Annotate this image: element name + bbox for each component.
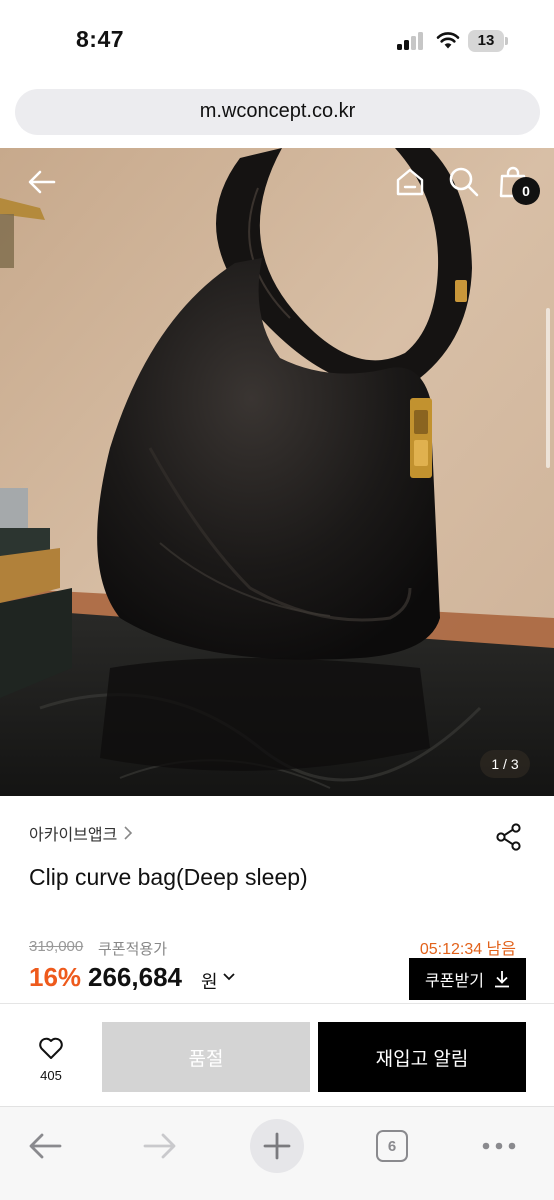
countdown-timer: 05:12:34 남음 [419, 941, 516, 958]
url-text: m.wconcept.co.kr [199, 100, 356, 122]
product-photo [0, 148, 554, 796]
status-bar: 8:47 13 [0, 0, 554, 80]
tabs-icon: 6 [376, 1130, 408, 1162]
chevron-right-icon [124, 826, 133, 840]
back-arrow-icon[interactable] [26, 166, 58, 198]
signal-icon [397, 32, 425, 50]
restock-alert-label: 재입고 알림 [375, 1048, 469, 1070]
new-tab-plus-icon [263, 1132, 291, 1160]
forward-arrow-icon [143, 1133, 176, 1159]
more-button[interactable] [472, 1119, 526, 1173]
heart-icon [39, 1037, 63, 1059]
product-image[interactable] [0, 148, 554, 796]
sale-price: 266,684 [88, 962, 182, 992]
browser-toolbar: 6 [0, 1106, 554, 1200]
like-count: 405 [40, 1068, 62, 1083]
wifi-icon [436, 32, 460, 49]
share-icon[interactable] [494, 822, 524, 852]
product-title: Clip curve bag(Deep sleep) [29, 864, 308, 890]
like-button[interactable]: 405 [20, 1034, 82, 1090]
browser-back-button[interactable] [18, 1119, 72, 1173]
price-unit: 원 [201, 972, 218, 992]
coupon-price-label: 쿠폰적용가 [98, 941, 168, 958]
scroll-indicator [546, 308, 550, 468]
brand-name: 아카이브앱크 [29, 827, 118, 844]
soldout-label: 품절 [188, 1048, 224, 1070]
chevron-down-icon[interactable] [222, 972, 236, 982]
address-bar[interactable]: m.wconcept.co.kr [15, 89, 540, 135]
soldout-button: 품절 [102, 1022, 310, 1092]
battery-percent: 13 [477, 32, 495, 49]
discount-rate: 16% [29, 962, 82, 992]
original-price: 319,000 [29, 938, 84, 955]
divider [0, 1003, 554, 1004]
cart-count-badge: 0 [512, 177, 540, 205]
get-coupon-button[interactable]: 쿠폰받기 [409, 958, 526, 1000]
restock-alert-button[interactable]: 재입고 알림 [318, 1022, 526, 1092]
status-time: 8:47 [76, 26, 125, 52]
more-icon [482, 1142, 516, 1150]
tabs-button[interactable]: 6 [365, 1119, 419, 1173]
back-arrow-icon [29, 1133, 62, 1159]
brand-link[interactable]: 아카이브앱크 [29, 822, 133, 844]
browser-forward-button[interactable] [133, 1119, 187, 1173]
search-icon[interactable] [448, 166, 480, 198]
download-icon [494, 971, 509, 988]
gallery-counter: 1 / 3 [480, 750, 530, 778]
get-coupon-label: 쿠폰받기 [425, 973, 484, 990]
new-tab-button[interactable] [250, 1119, 304, 1173]
battery-icon: 13 [468, 30, 508, 52]
home-icon[interactable] [394, 166, 426, 198]
